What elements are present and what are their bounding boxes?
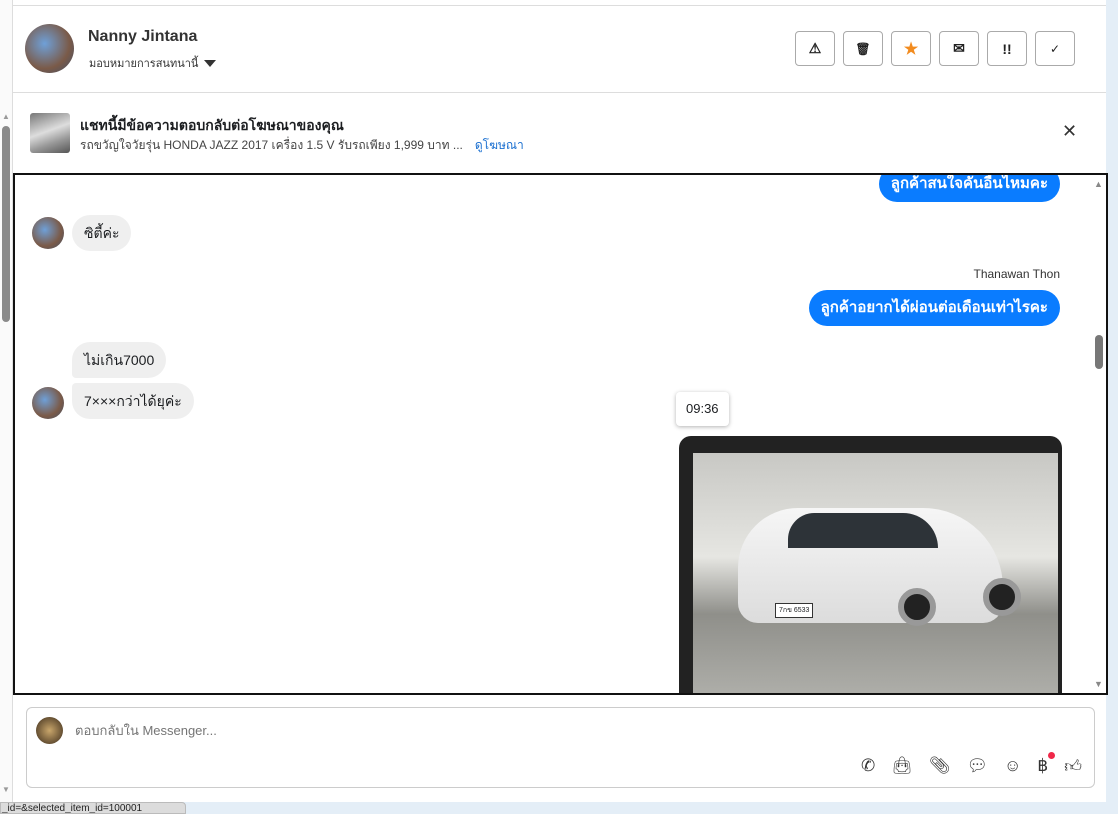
car-photo: 7กข 6533: [693, 453, 1058, 693]
message-thread[interactable]: ลูกค้าสนใจคันอื่นไหมคะ ซิตี้ค่ะ Thanawan…: [13, 173, 1108, 695]
scroll-up-arrow-icon[interactable]: ▲: [1094, 179, 1103, 189]
conversation-header: Nanny Jintana มอบหมายการสนทนานี้ ⚠ 🗑 ★ ✉…: [13, 5, 1106, 93]
bag-icon[interactable]: 👜︎: [891, 756, 913, 777]
car-wheel: [983, 578, 1021, 616]
contact-avatar-small: [32, 217, 64, 249]
reply-input[interactable]: [75, 723, 775, 738]
mark-spam-button[interactable]: ⚠: [795, 31, 835, 66]
follow-up-button[interactable]: !!: [987, 31, 1027, 66]
thumbs-up-icon[interactable]: 👍︎: [1064, 756, 1082, 777]
thread-scrollbar[interactable]: ▲ ▼: [1092, 175, 1106, 693]
incoming-message: ซิตี้ค่ะ: [72, 215, 132, 251]
incoming-message: ไม่เกิน7000: [72, 342, 167, 378]
ad-reply-banner: แชทนี้มีข้อความตอบกลับต่อโฆษณาของคุณ รถข…: [13, 93, 1106, 171]
scroll-up-arrow-icon[interactable]: ▲: [2, 112, 10, 121]
license-plate: 7กข 6533: [775, 603, 814, 618]
conversation-panel: ▲ ▼ Nanny Jintana มอบหมายการสนทนานี้ ⚠ 🗑…: [0, 0, 1108, 802]
composer-toolbar: ✆ 👜︎ 📎︎ 💬︎ ☺ ฿ 👍︎: [861, 752, 1082, 777]
priority-icon: !!: [1002, 40, 1012, 57]
timestamp-tooltip: 09:36: [676, 392, 729, 426]
baht-icon[interactable]: ฿: [1037, 752, 1056, 777]
smiley-icon[interactable]: ☺: [1004, 756, 1021, 777]
outgoing-message: ลูกค้าอยากได้ผ่อนต่อเดือนเท่าไรคะ: [808, 290, 1060, 326]
header-actions: ⚠ 🗑 ★ ✉ !! ✓: [795, 31, 1075, 66]
chat-bubble-icon[interactable]: 💬︎: [966, 756, 988, 777]
scroll-down-arrow-icon[interactable]: ▼: [1094, 679, 1103, 689]
phone-plus-icon[interactable]: ✆: [861, 756, 875, 777]
incoming-message: 7×××กว่าได้ยุค่ะ: [72, 383, 194, 419]
mark-done-button[interactable]: ✓: [1035, 31, 1075, 66]
contact-avatar-small: [32, 387, 64, 419]
paperclip-icon[interactable]: 📎︎: [929, 756, 951, 777]
car-wheel: [898, 588, 936, 626]
mark-unread-button[interactable]: ✉: [939, 31, 979, 66]
contact-avatar[interactable]: [25, 24, 74, 73]
star-button[interactable]: ★: [891, 31, 931, 66]
scroll-down-arrow-icon[interactable]: ▼: [2, 785, 10, 794]
ad-thumbnail: [30, 113, 70, 153]
scrollbar-thumb[interactable]: [2, 126, 10, 322]
view-ad-link[interactable]: ดูโฆษณา: [475, 138, 524, 152]
close-icon[interactable]: ✕: [1062, 121, 1077, 142]
envelope-icon: ✉: [953, 40, 965, 56]
star-icon: ★: [903, 40, 919, 58]
trash-icon: 🗑: [855, 41, 871, 56]
caret-down-icon: [204, 59, 217, 67]
assign-label: มอบหมายการสนทนานี้: [89, 58, 199, 70]
delete-button[interactable]: 🗑: [843, 31, 883, 66]
check-icon: ✓: [1049, 41, 1061, 56]
left-scrollbar[interactable]: ▲ ▼: [0, 0, 13, 802]
browser-status-bar: _id=&selected_item_id=100001: [0, 802, 186, 814]
sender-name: Thanawan Thon: [973, 267, 1060, 281]
reply-composer: ✆ 👜︎ 📎︎ 💬︎ ☺ ฿ 👍︎: [26, 707, 1095, 788]
warning-icon: ⚠: [808, 40, 822, 56]
scrollbar-thumb[interactable]: [1095, 335, 1103, 369]
page-avatar: [36, 717, 63, 744]
ad-banner-title: แชทนี้มีข้อความตอบกลับต่อโฆษณาของคุณ: [80, 117, 344, 133]
image-attachment[interactable]: 7กข 6533: [679, 436, 1062, 693]
assign-conversation-dropdown[interactable]: มอบหมายการสนทนานี้: [89, 54, 217, 72]
car-window: [788, 513, 938, 548]
outgoing-message: ลูกค้าสนใจคันอื่นไหมคะ: [878, 175, 1060, 202]
notification-dot: [1048, 752, 1056, 759]
ad-description: รถขวัญใจวัยรุ่น HONDA JAZZ 2017 เครื่อง …: [80, 138, 463, 152]
contact-name[interactable]: Nanny Jintana: [88, 28, 197, 46]
